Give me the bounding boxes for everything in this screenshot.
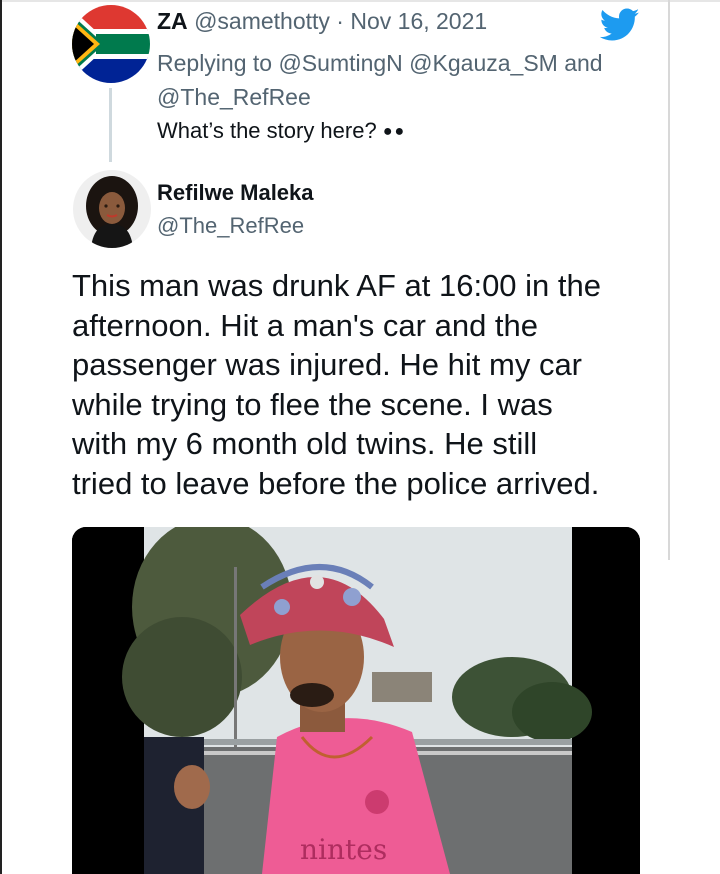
parent-tweet-body: What’s the story here? [157, 118, 377, 143]
tweet-line: with my 6 month old twins. He still [72, 426, 538, 461]
right-border [668, 0, 670, 560]
twitter-bird-icon [599, 8, 640, 42]
tweet-line: passenger was injured. He hit my car [72, 347, 583, 382]
tweet-line: This man was drunk AF at 16:00 in the [72, 268, 601, 303]
tweet-line: tried to leave before the police arrived… [72, 465, 600, 501]
shirt-text: nintes [300, 833, 387, 866]
parent-tweet-header: ZA @samethotty · Nov 16, 2021 [157, 8, 487, 35]
video-thumbnail[interactable]: nintes [72, 527, 640, 874]
left-border [0, 0, 2, 874]
parent-display-name[interactable]: ZA [157, 8, 188, 34]
parent-handle[interactable]: @samethotty [194, 8, 330, 34]
tweet-line: afternoon. Hit a man's car and the [72, 307, 539, 343]
thread-connector-line [109, 88, 112, 162]
parent-tweet-text: What’s the story here? ●● [157, 118, 406, 144]
parent-date[interactable]: Nov 16, 2021 [350, 8, 487, 34]
reply-tweet-text: This man was drunk AF at 16:00 in the af… [72, 266, 662, 503]
reply-display-name[interactable]: Refilwe Maleka [157, 180, 314, 206]
tweet-line: while trying to flee the scene. I was [72, 386, 553, 422]
avatar[interactable] [73, 170, 151, 248]
eyes-icon: ●● [382, 123, 407, 141]
reply-handle[interactable]: @The_RefRee [157, 213, 304, 239]
header-separator: · [336, 8, 344, 34]
replying-to-line[interactable]: Replying to @SumtingN @Kgauza_SM and @Th… [157, 46, 637, 114]
top-border [0, 0, 720, 2]
south-africa-flag-icon[interactable] [72, 5, 150, 83]
